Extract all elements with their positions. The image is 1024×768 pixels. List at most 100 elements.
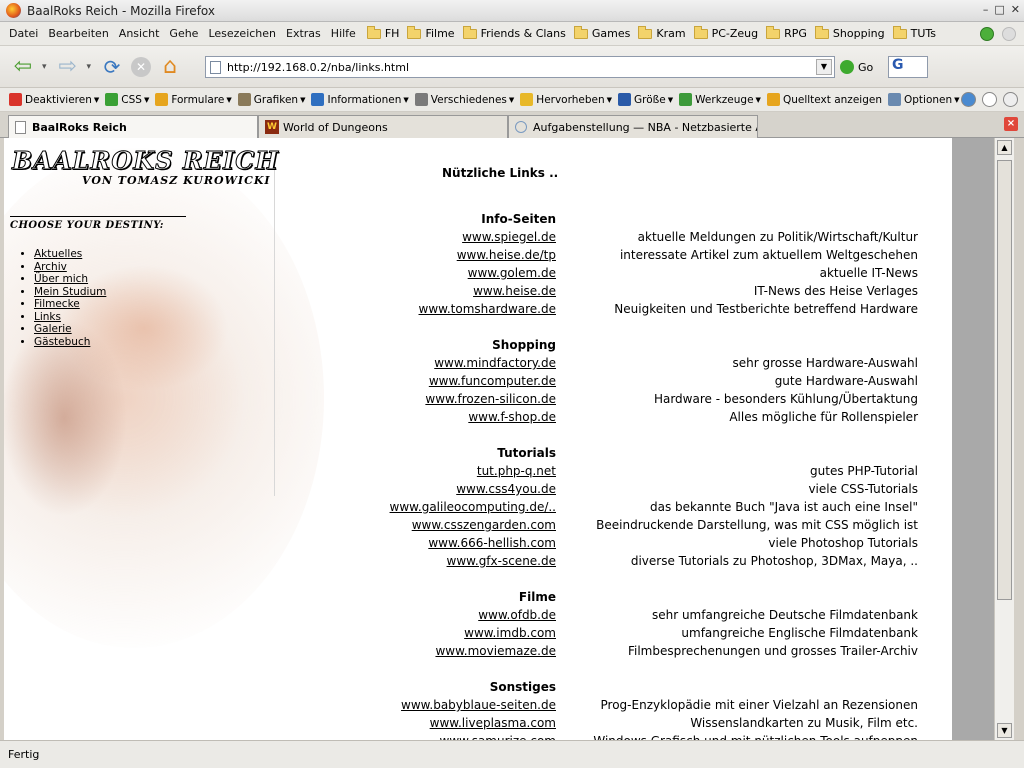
link-url[interactable]: www.galileocomputing.de/.. [334, 498, 556, 516]
toolbar-größe[interactable]: Größe ▼ [615, 93, 676, 106]
link-description: gutes PHP-Tutorial [810, 464, 918, 478]
bookmark-folder-tuts[interactable]: TUTs [889, 25, 940, 40]
section-title: Sonstiges [489, 680, 556, 694]
menu-hilfe[interactable]: Hilfe [326, 27, 361, 40]
link-row: www.funcomputer.de gute Hardware-Auswahl [334, 372, 918, 390]
nav-link-mein-studium[interactable]: Mein Studium [34, 286, 106, 298]
link-url[interactable]: www.moviemaze.de [334, 642, 556, 660]
link-url[interactable]: www.tomshardware.de [334, 300, 556, 318]
back-dropdown-icon[interactable]: ▾ [42, 62, 47, 72]
forward-arrow-icon[interactable]: ⇨ [53, 53, 83, 81]
link-url[interactable]: www.ofdb.de [334, 606, 556, 624]
toolbar-formulare[interactable]: Formulare ▼ [152, 93, 234, 106]
info-icon[interactable] [982, 92, 997, 107]
menu-datei[interactable]: Datei [4, 27, 43, 40]
nav-link-links[interactable]: Links [34, 311, 61, 323]
nav-link-galerie[interactable]: Galerie [34, 323, 72, 335]
menu-ansicht[interactable]: Ansicht [114, 27, 165, 40]
toolbar-informationen[interactable]: Informationen ▼ [308, 93, 411, 106]
reload-icon[interactable]: ⟳ [97, 53, 127, 81]
link-url[interactable]: www.f-shop.de [334, 408, 556, 426]
minimize-button[interactable]: – [983, 3, 989, 16]
toolbar-grafiken[interactable]: Grafiken ▼ [235, 93, 309, 106]
link-url[interactable]: www.funcomputer.de [334, 372, 556, 390]
url-dropdown-icon[interactable]: ▼ [816, 59, 832, 75]
toolbar-quelltext-anzeigen[interactable]: Quelltext anzeigen [764, 93, 885, 106]
home-icon[interactable]: ⌂ [155, 53, 185, 81]
scroll-down-icon[interactable]: ▼ [997, 723, 1012, 738]
nav-link-aktuelles[interactable]: Aktuelles [34, 248, 82, 260]
nav-link-über-mich[interactable]: Über mich [34, 273, 88, 285]
bookmark-folder-fh[interactable]: FH [363, 25, 404, 40]
toolbar-optionen[interactable]: Optionen ▼ [885, 93, 963, 106]
link-url[interactable]: www.heise.de/tp [334, 246, 556, 264]
bookmark-folder-rpg[interactable]: RPG [762, 25, 811, 40]
forward-dropdown-icon[interactable]: ▾ [87, 62, 92, 72]
link-url[interactable]: www.mindfactory.de [334, 354, 556, 372]
folder-icon [407, 25, 422, 39]
link-section-shopping: Shopping www.mindfactory.de sehr grosse Ha… [334, 336, 918, 426]
link-url[interactable]: www.imdb.com [334, 624, 556, 642]
bookmark-folder-filme[interactable]: Filme [403, 25, 458, 40]
nav-link-filmecke[interactable]: Filmecke [34, 298, 80, 310]
link-url[interactable]: www.golem.de [334, 264, 556, 282]
link-url[interactable]: www.gfx-scene.de [334, 552, 556, 570]
validate-icon[interactable] [961, 92, 976, 107]
nav-link-gästebuch[interactable]: Gästebuch [34, 336, 90, 348]
chevron-down-icon: ▼ [508, 95, 515, 104]
link-description: Filmbesprechenungen und grosses Trailer-… [627, 644, 918, 658]
nav-link-archiv[interactable]: Archiv [34, 261, 67, 273]
site-logo-title: BAALROKS REICH [11, 146, 280, 176]
status-grey-icon[interactable] [1002, 27, 1016, 41]
bookmark-folder-shopping[interactable]: Shopping [811, 25, 889, 40]
stop-icon[interactable]: ✕ [131, 56, 152, 77]
link-url[interactable]: www.liveplasma.com [334, 714, 556, 732]
sidebar-item-links: Links [34, 311, 106, 324]
toolbar-label: Quelltext anzeigen [782, 93, 882, 106]
bookmark-folder-pc-zeug[interactable]: PC-Zeug [690, 25, 763, 40]
tab-baalroks-reich[interactable]: BaalRoks Reich [8, 115, 258, 139]
tab-world-of-dungeons[interactable]: W World of Dungeons [258, 115, 508, 138]
status-green-icon[interactable] [980, 27, 994, 41]
toolbar-verschiedenes[interactable]: Verschiedenes ▼ [412, 93, 518, 106]
link-url[interactable]: www.csszengarden.com [334, 516, 556, 534]
vertical-scrollbar[interactable]: ▲ ▼ [994, 138, 1014, 740]
go-button[interactable]: Go [840, 60, 873, 74]
bookmark-folder-friends-clans[interactable]: Friends & Clans [459, 25, 570, 40]
page-icon [210, 60, 221, 74]
close-window-button[interactable]: ✕ [1011, 3, 1020, 16]
link-url[interactable]: www.samurize.com [334, 732, 556, 740]
web-developer-toolbar: Deaktivieren ▼ CSS ▼ Formulare ▼ Grafiken ▼ Info… [0, 88, 1024, 112]
tab-aufgabenstellung[interactable]: Aufgabenstellung — NBA - Netzbasierte An… [508, 115, 758, 138]
toolbar-hervorheben[interactable]: Hervorheben ▼ [517, 93, 615, 106]
scroll-up-icon[interactable]: ▲ [997, 140, 1012, 155]
link-url[interactable]: www.spiegel.de [334, 228, 556, 246]
folder-icon [573, 25, 588, 39]
options-circle-icon[interactable] [1003, 92, 1018, 107]
toolbar-css[interactable]: CSS ▼ [102, 93, 152, 106]
bookmark-folder-kram[interactable]: Kram [634, 25, 689, 40]
url-bar[interactable]: http://192.168.0.2/nba/links.html ▼ [205, 56, 835, 78]
link-url[interactable]: www.heise.de [334, 282, 556, 300]
menu-gehe[interactable]: Gehe [164, 27, 203, 40]
toolbar-werkzeuge[interactable]: Werkzeuge ▼ [676, 93, 764, 106]
search-input[interactable]: G [888, 56, 928, 78]
url-text[interactable]: http://192.168.0.2/nba/links.html [227, 61, 409, 74]
toolbar-label: Deaktivieren [25, 93, 92, 106]
css-icon [105, 93, 119, 106]
link-url[interactable]: www.css4you.de [334, 480, 556, 498]
link-url[interactable]: www.666-hellish.com [334, 534, 556, 552]
maximize-button[interactable]: □ [994, 3, 1004, 16]
scroll-thumb[interactable] [997, 160, 1012, 600]
link-url[interactable]: tut.php-q.net [334, 462, 556, 480]
menu-lesezeichen[interactable]: Lesezeichen [203, 27, 281, 40]
destiny-label: CHOOSE YOUR DESTINY: [10, 216, 186, 231]
link-url[interactable]: www.frozen-silicon.de [334, 390, 556, 408]
close-tab-icon[interactable]: × [1004, 117, 1018, 131]
back-arrow-icon[interactable]: ⇦ [8, 53, 38, 81]
bookmark-folder-games[interactable]: Games [570, 25, 634, 40]
toolbar-deaktivieren[interactable]: Deaktivieren ▼ [6, 93, 102, 106]
link-url[interactable]: www.babyblaue-seiten.de [334, 696, 556, 714]
menu-extras[interactable]: Extras [281, 27, 326, 40]
menu-bearbeiten[interactable]: Bearbeiten [43, 27, 113, 40]
